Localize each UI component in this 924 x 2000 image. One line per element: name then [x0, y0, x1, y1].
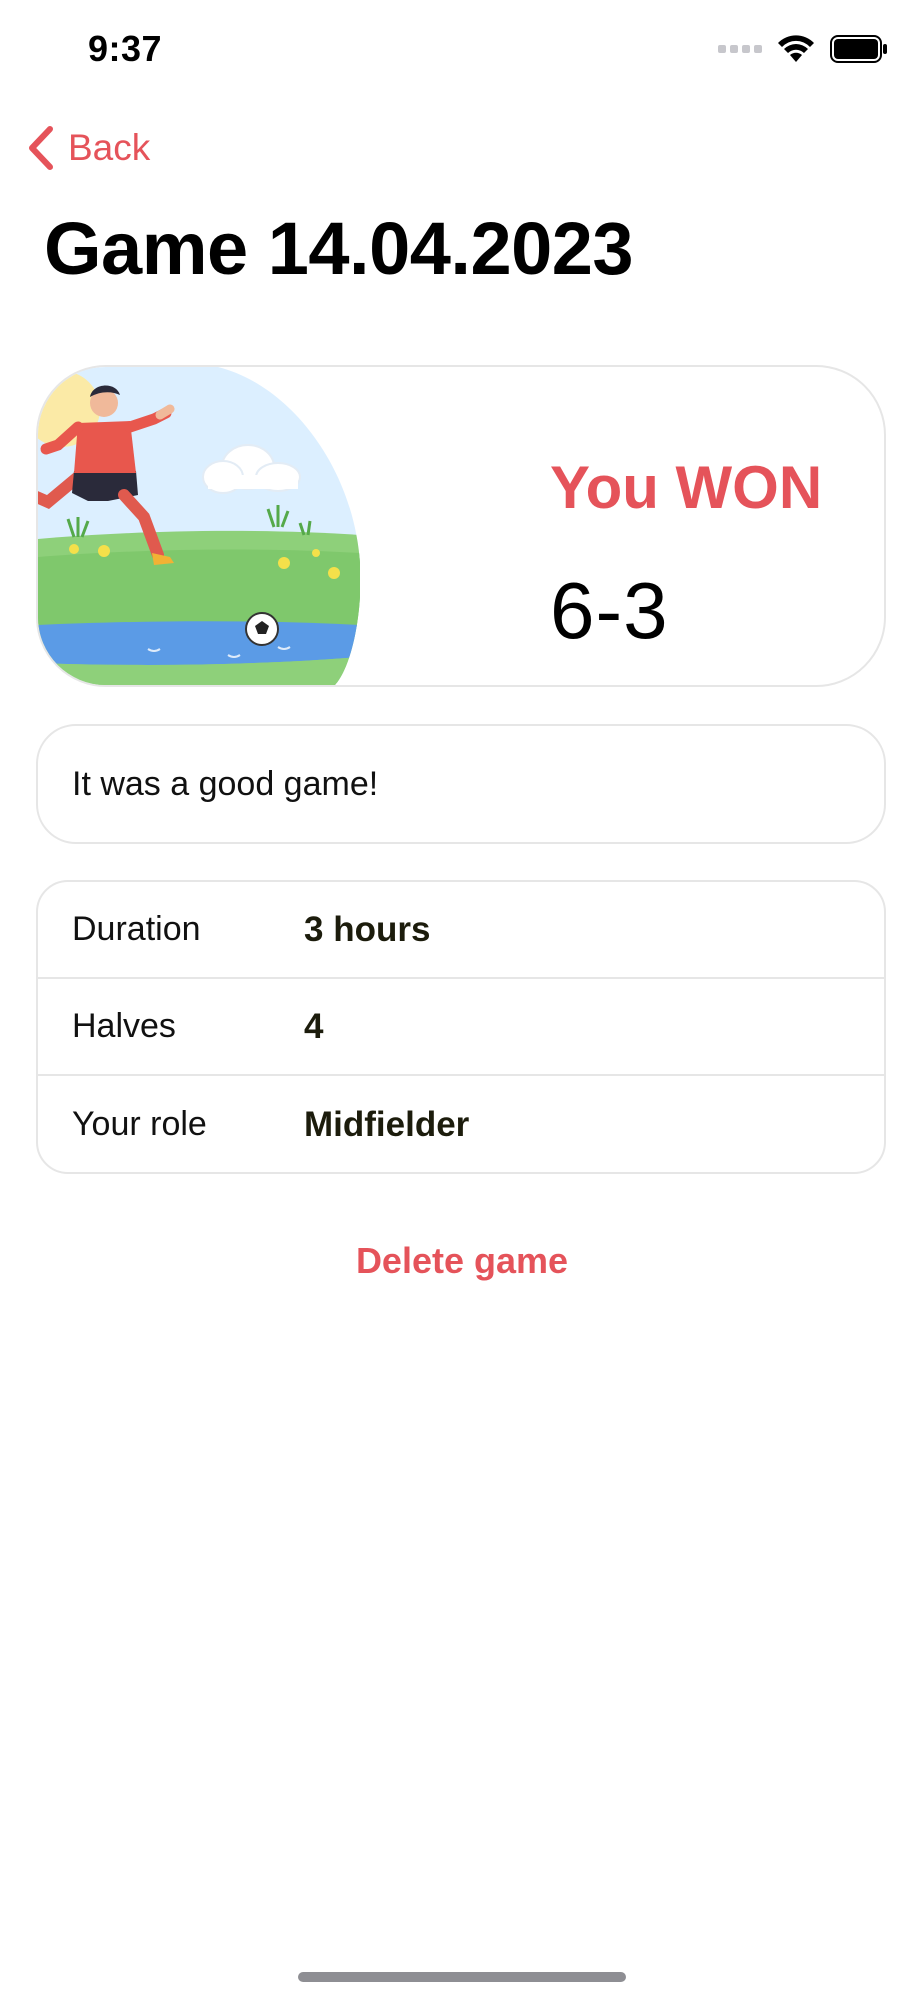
detail-row-duration: Duration 3 hours	[38, 882, 884, 979]
note-text: It was a good game!	[72, 764, 379, 803]
chevron-left-icon	[29, 126, 53, 170]
result-card: You WON 6-3	[36, 365, 886, 687]
detail-value: 4	[304, 1006, 324, 1046]
detail-row-role: Your role Midfielder	[38, 1076, 884, 1172]
detail-row-halves: Halves 4	[38, 979, 884, 1076]
result-outcome: You WON	[550, 454, 823, 521]
battery-icon	[830, 35, 887, 63]
soccer-player-illustration	[38, 367, 360, 685]
score: 6-3	[550, 566, 669, 655]
status-time: 9:37	[88, 28, 163, 69]
back-button[interactable]: Back	[26, 122, 150, 174]
wifi-icon	[778, 35, 814, 62]
detail-value: Midfielder	[304, 1104, 470, 1144]
detail-label: Your role	[72, 1105, 207, 1143]
detail-label: Halves	[72, 1007, 176, 1045]
page-title: Game 14.04.2023	[44, 207, 634, 290]
note-card: It was a good game!	[36, 724, 886, 844]
status-icons	[718, 34, 888, 64]
delete-game-button[interactable]: Delete game	[0, 1240, 924, 1282]
signal-icon	[718, 45, 762, 53]
details-card: Duration 3 hours Halves 4 Your role Midf…	[36, 880, 886, 1174]
home-indicator[interactable]	[298, 1972, 626, 1982]
status-bar: 9:37	[0, 0, 924, 100]
detail-label: Duration	[72, 910, 201, 948]
detail-value: 3 hours	[304, 909, 431, 949]
back-label: Back	[68, 127, 151, 168]
